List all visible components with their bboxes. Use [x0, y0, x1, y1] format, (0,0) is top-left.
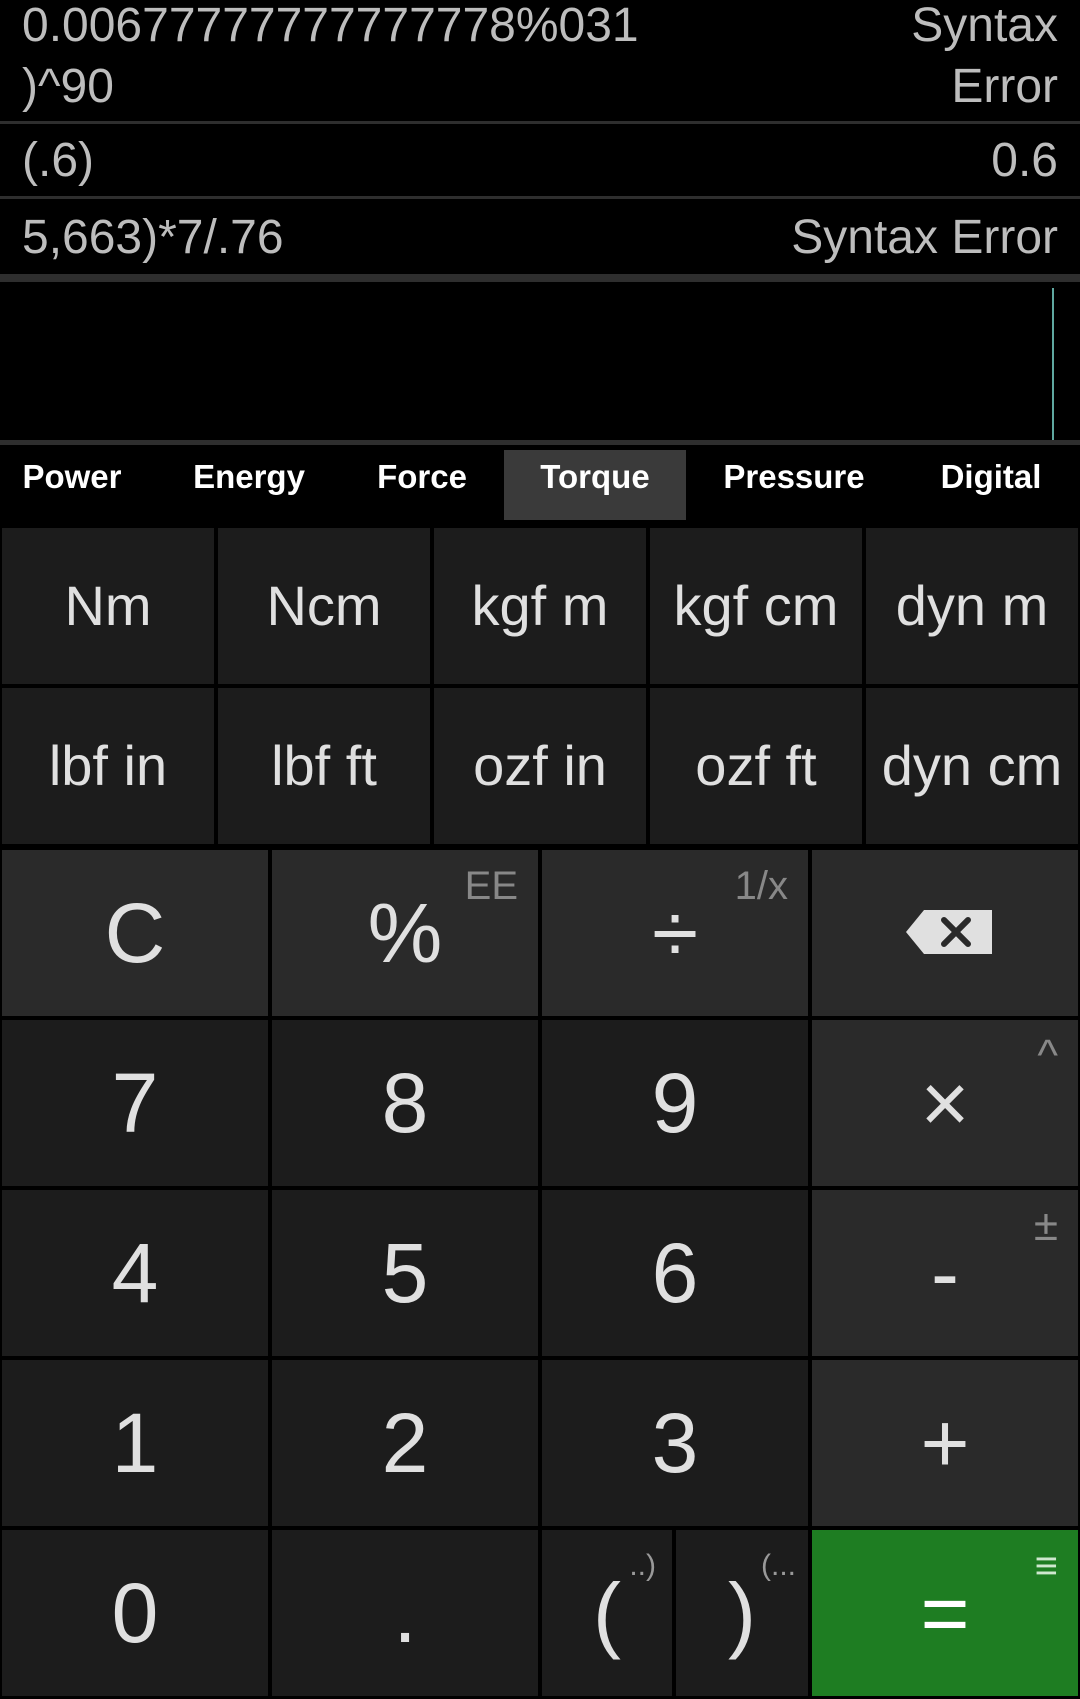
unit-kgf-m-button[interactable]: kgf m — [434, 528, 646, 684]
history-result: 0.6 — [991, 134, 1058, 187]
digit-6-button[interactable]: 6 — [542, 1190, 808, 1356]
digit-label: 0 — [111, 1566, 159, 1660]
unit-ozf-in-button[interactable]: ozf in — [434, 688, 646, 844]
plus-button[interactable]: + — [812, 1360, 1078, 1526]
tab-force[interactable]: Force — [352, 450, 492, 520]
unit-ozf-ft-button[interactable]: ozf ft — [650, 688, 862, 844]
plus-minus-sublabel: ± — [1033, 1201, 1058, 1250]
digit-5-button[interactable]: 5 — [272, 1190, 538, 1356]
unit-dyn-m-button[interactable]: dyn m — [866, 528, 1078, 684]
digit-8-button[interactable]: 8 — [272, 1020, 538, 1186]
digit-9-button[interactable]: 9 — [542, 1020, 808, 1186]
unit-lbf-ft-button[interactable]: lbf ft — [218, 688, 430, 844]
tab-digital[interactable]: Digital — [924, 450, 1058, 520]
power-sublabel: ^ — [1037, 1031, 1058, 1080]
digit-label: 8 — [381, 1056, 429, 1150]
digit-1-button[interactable]: 1 — [2, 1360, 268, 1526]
tab-torque[interactable]: Torque — [504, 450, 686, 520]
digit-label: 9 — [651, 1056, 699, 1150]
digit-label: 3 — [651, 1396, 699, 1490]
multiply-button[interactable]: × ^ — [812, 1020, 1078, 1186]
menu-sublabel: ≡ — [1034, 1544, 1058, 1588]
digit-label: 2 — [381, 1396, 429, 1490]
unit-ncm-button[interactable]: Ncm — [218, 528, 430, 684]
digit-7-button[interactable]: 7 — [2, 1020, 268, 1186]
history-expression: 5,663)*7/.76 — [22, 211, 284, 264]
divide-button[interactable]: ÷ 1/x — [542, 850, 808, 1016]
category-tabs: Power Energy Force Torque Pressure Digit… — [0, 450, 1080, 520]
unit-kgf-cm-button[interactable]: kgf cm — [650, 528, 862, 684]
digit-3-button[interactable]: 3 — [542, 1360, 808, 1526]
clear-label: C — [104, 886, 166, 980]
percent-button[interactable]: % EE — [272, 850, 538, 1016]
history-expression: )^90 — [22, 60, 114, 113]
text-cursor — [1052, 288, 1054, 440]
digit-label: 7 — [111, 1056, 159, 1150]
equals-button[interactable]: = ≡ — [812, 1530, 1078, 1696]
history-result: Syntax — [911, 0, 1058, 52]
ee-sublabel: EE — [464, 864, 518, 908]
digit-label: 6 — [651, 1226, 699, 1320]
digit-label: 1 — [111, 1396, 159, 1490]
unit-lbf-in-button[interactable]: lbf in — [2, 688, 214, 844]
unit-dyn-cm-button[interactable]: dyn cm — [866, 688, 1078, 844]
clear-button[interactable]: C — [2, 850, 268, 1016]
open-paren-button[interactable]: ( ..) — [542, 1530, 672, 1696]
digit-4-button[interactable]: 4 — [2, 1190, 268, 1356]
plus-label: + — [920, 1396, 970, 1490]
history-item[interactable]: 0.00677777777777778%031 )^90 Syntax Erro… — [0, 0, 1080, 124]
reciprocal-sublabel: 1/x — [734, 864, 788, 908]
tab-power[interactable]: Power — [0, 450, 144, 520]
close-paren-button[interactable]: ) (... — [676, 1530, 808, 1696]
digit-0-button[interactable]: 0 — [2, 1530, 268, 1696]
digit-label: 5 — [381, 1226, 429, 1320]
input-display[interactable] — [0, 277, 1080, 445]
history-expression: (.6) — [22, 134, 94, 187]
tab-pressure[interactable]: Pressure — [712, 450, 876, 520]
history-result: Syntax Error — [791, 211, 1058, 264]
close-paren-sublabel: (... — [761, 1549, 796, 1582]
history-result: Error — [951, 60, 1058, 113]
digit-label: 4 — [111, 1226, 159, 1320]
open-paren-sublabel: ..) — [629, 1549, 656, 1582]
unit-nm-button[interactable]: Nm — [2, 528, 214, 684]
minus-button[interactable]: - ± — [812, 1190, 1078, 1356]
history-item[interactable]: 5,663)*7/.76 Syntax Error — [0, 199, 1080, 277]
backspace-icon — [906, 910, 992, 954]
decimal-point-button[interactable]: . — [272, 1530, 538, 1696]
decimal-label: . — [393, 1566, 417, 1660]
backspace-button[interactable] — [812, 850, 1078, 1016]
tab-energy[interactable]: Energy — [176, 450, 322, 520]
history-item[interactable]: (.6) 0.6 — [0, 124, 1080, 199]
digit-2-button[interactable]: 2 — [272, 1360, 538, 1526]
history-expression: 0.00677777777777778%031 — [22, 0, 639, 52]
